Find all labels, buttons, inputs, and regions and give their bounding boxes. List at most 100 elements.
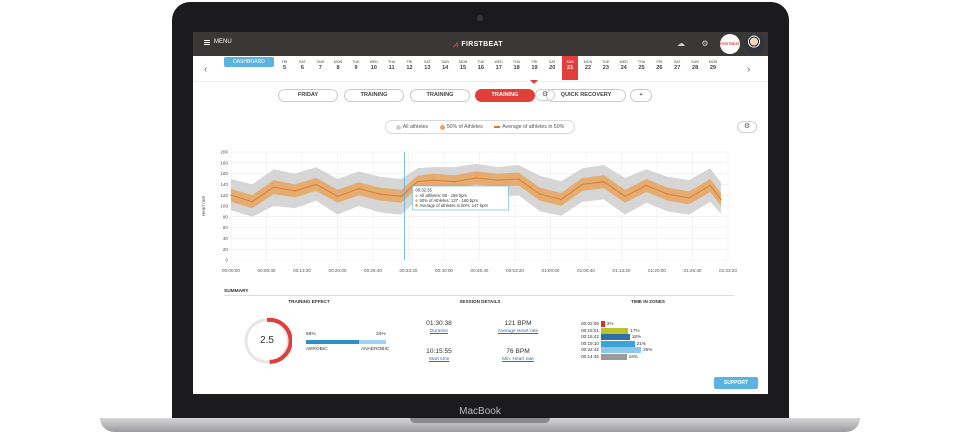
menu-label: MENU: [214, 39, 232, 45]
x-tick-label: 01:26:40: [684, 268, 702, 273]
date-item[interactable]: SUN 21: [562, 56, 579, 80]
x-tick-label: 00:06:40: [258, 268, 276, 273]
hamburger-icon: [204, 39, 210, 45]
date-number: 13: [424, 65, 431, 71]
date-item[interactable]: SUN 7: [312, 60, 328, 72]
date-item[interactable]: WED 24: [616, 60, 632, 72]
date-item[interactable]: MON 15: [455, 60, 471, 72]
date-item[interactable]: FRI 12: [402, 60, 418, 72]
aerobic-anaerobic-bar: [306, 340, 386, 344]
training-effect-heading: TRAINING EFFECT: [288, 299, 330, 304]
next-arrow-icon[interactable]: ›: [747, 64, 750, 75]
tab-session[interactable]: TRAINING: [410, 89, 470, 102]
zone-time: 00:02:05: [581, 321, 599, 326]
date-item[interactable]: FRI 19: [526, 60, 542, 72]
series-average-point: [400, 195, 403, 197]
avg-heart-rate-value: 121 BPM: [504, 320, 532, 327]
session-tabs: FRIDAY TRAINING TRAINING TRAINING QUICK RECO…: [193, 89, 768, 103]
date-item[interactable]: MON 8: [330, 60, 346, 72]
add-session-tab[interactable]: +: [630, 89, 652, 102]
legend-item[interactable]: Average of athletes in 50%: [494, 124, 564, 130]
date-item[interactable]: MON 22: [580, 60, 596, 72]
x-tick-label: 01:06:40: [577, 268, 595, 273]
date-item[interactable]: SAT 20: [544, 60, 560, 72]
date-item[interactable]: WED 17: [491, 60, 507, 72]
zone-pct: 16%: [628, 353, 638, 359]
series-average-point: [453, 181, 456, 183]
session-settings-gear-icon[interactable]: ⚙: [535, 89, 555, 101]
menu-button[interactable]: MENU: [204, 39, 232, 45]
cloud-icon[interactable]: ☁: [676, 39, 686, 48]
zone-bar: [601, 353, 627, 360]
x-tick-label: 00:53:20: [506, 268, 524, 273]
app-screen: MENU ⩘ FIRSTBEAT ☁ ⚙ FIRSTBEAT ‹ › 234FR…: [193, 32, 768, 394]
gear-icon[interactable]: ⚙: [700, 39, 710, 48]
date-item[interactable]: TUE 9: [348, 60, 364, 72]
date-number: 22: [584, 65, 592, 71]
series-average-point: [475, 177, 477, 179]
date-number: 25: [638, 65, 645, 71]
dashboard-tab[interactable]: DASHBOARD: [224, 57, 274, 67]
firstbeat-logo-icon: ⩘: [453, 39, 459, 49]
date-number: 9: [354, 65, 358, 71]
date-item[interactable]: THU 11: [384, 60, 400, 72]
tab-session[interactable]: TRAINING: [344, 89, 404, 102]
zone-pct: 18%: [631, 334, 642, 339]
aerobic-bar-fill: [306, 340, 359, 344]
date-number: 12: [406, 65, 413, 71]
series-average-point: [272, 186, 275, 188]
start-time-label[interactable]: Start time: [404, 357, 474, 362]
series-average-point: [666, 193, 669, 195]
date-number: 27: [674, 65, 681, 71]
tab-session[interactable]: FRIDAY: [278, 89, 338, 102]
date-item[interactable]: FRI 26: [651, 60, 667, 72]
tab-session[interactable]: QUICK RECOVERY: [546, 89, 626, 102]
x-tick-label: 00:46:40: [471, 268, 489, 273]
date-item[interactable]: SUN 14: [437, 60, 453, 72]
series-average-point: [379, 193, 381, 195]
prev-arrow-icon[interactable]: ‹: [204, 64, 207, 75]
date-item[interactable]: THU 18: [509, 60, 525, 72]
tab-session[interactable]: TRAINING: [475, 89, 535, 102]
date-item[interactable]: WED 10: [366, 60, 382, 72]
duration-label[interactable]: Duration: [404, 329, 474, 334]
date-item[interactable]: SAT 6: [294, 60, 310, 72]
duration-value: 01:30:38: [426, 320, 452, 327]
legend-item[interactable]: All athletes: [395, 124, 429, 130]
date-number: 19: [531, 65, 538, 71]
date-item[interactable]: THU 25: [634, 60, 650, 72]
zone-time: 00:14:45: [581, 353, 599, 359]
series-average-point: [688, 197, 690, 199]
y-tick-label: 100: [220, 204, 228, 209]
series-average-point: [251, 200, 253, 203]
date-item[interactable]: FRI 5: [277, 60, 293, 72]
date-item[interactable]: TUE 16: [473, 60, 489, 72]
team-badge[interactable]: FIRSTBEAT: [720, 34, 740, 54]
date-strip: ‹ › 234FRI5SAT6SUN7MON8TUE9WED10THU11FRI…: [193, 56, 768, 82]
chart-settings-gear-icon[interactable]: ⚙: [737, 121, 757, 133]
date-item[interactable]: MON 29: [705, 60, 721, 72]
min-heart-rate-label[interactable]: Min. Heart rate: [483, 357, 553, 362]
date-item[interactable]: TUE 23: [598, 60, 614, 72]
date-item[interactable]: SUN 28: [687, 60, 703, 72]
legend-item[interactable]: 50% of Athletes: [439, 124, 483, 130]
x-tick-label: 00:00:00: [222, 268, 240, 273]
avatar[interactable]: [744, 34, 764, 54]
series-average-point: [294, 190, 296, 192]
tooltip-line: Average of athletes in 50%: 147 bpm: [420, 203, 489, 208]
support-button[interactable]: SUPPORT: [714, 377, 758, 389]
date-item[interactable]: SAT 13: [419, 60, 435, 72]
y-tick-label: 160: [220, 171, 228, 176]
min-heart-rate-value: 76 BPM: [506, 348, 530, 355]
legend-label: Average of athletes in 50%: [502, 124, 565, 130]
series-average-point: [496, 179, 498, 181]
x-tick-label: 01:00:00: [542, 268, 560, 273]
legend-label: All athletes: [402, 124, 429, 130]
x-tick-label: 00:33:20: [400, 268, 418, 273]
brand-logo: ⩘ FIRSTBEAT: [453, 39, 503, 50]
avg-heart-rate-label[interactable]: Average Heart rate: [483, 329, 553, 334]
zone-pct: 21%: [636, 340, 646, 346]
y-tick-label: 140: [220, 182, 228, 187]
series-average-point: [720, 198, 722, 201]
date-item[interactable]: SAT 27: [669, 60, 685, 72]
